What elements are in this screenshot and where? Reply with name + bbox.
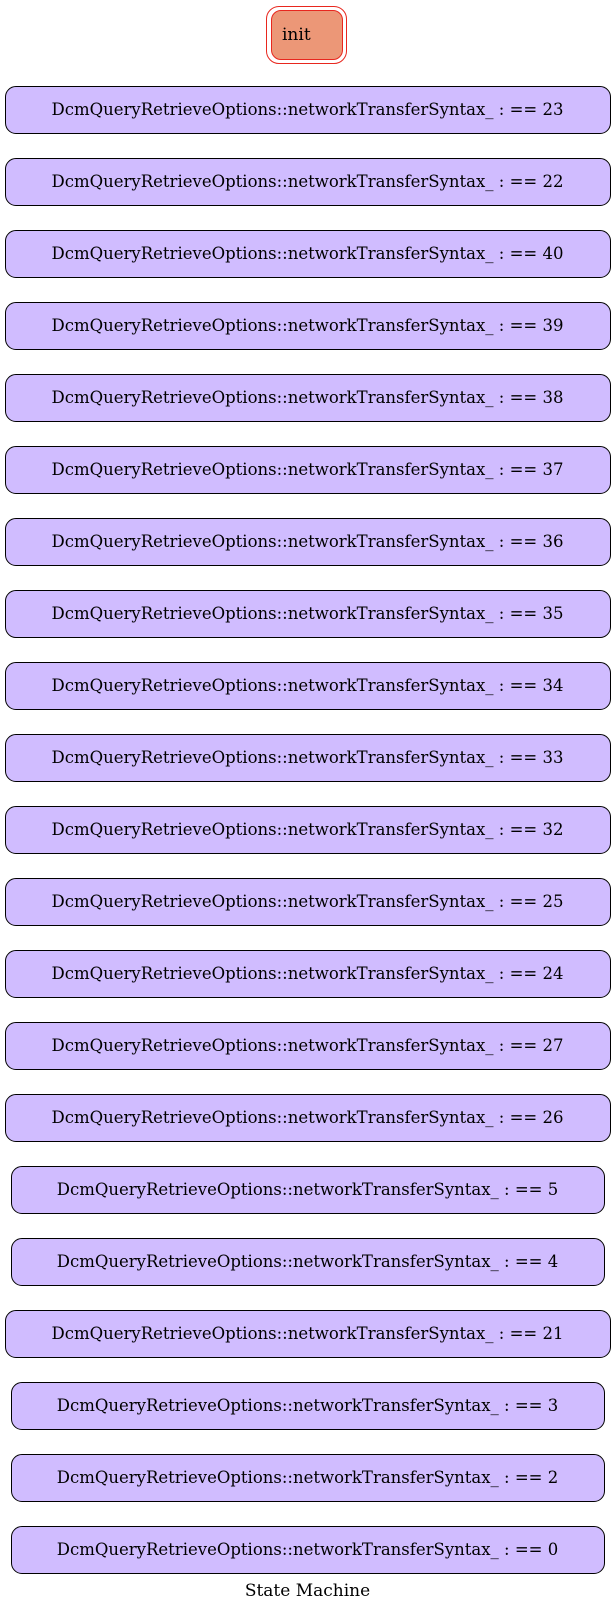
state-node: DcmQueryRetrieveOptions::networkTransfer… — [4, 662, 611, 710]
state-node: DcmQueryRetrieveOptions::networkTransfer… — [4, 1094, 611, 1142]
diagram-caption: State Machine — [244, 1581, 371, 1601]
state-node: DcmQueryRetrieveOptions::networkTransfer… — [10, 1166, 605, 1214]
state-node: DcmQueryRetrieveOptions::networkTransfer… — [10, 1454, 605, 1502]
state-node: DcmQueryRetrieveOptions::networkTransfer… — [4, 374, 611, 422]
state-node: DcmQueryRetrieveOptions::networkTransfer… — [4, 302, 611, 350]
state-node: DcmQueryRetrieveOptions::networkTransfer… — [4, 950, 611, 998]
init-state: init — [271, 10, 343, 60]
state-machine-diagram: init DcmQueryRetrieveOptions::networkTra… — [0, 0, 615, 1612]
state-node: DcmQueryRetrieveOptions::networkTransfer… — [4, 590, 611, 638]
state-node: DcmQueryRetrieveOptions::networkTransfer… — [10, 1526, 605, 1574]
state-node: DcmQueryRetrieveOptions::networkTransfer… — [4, 1310, 611, 1358]
state-node: DcmQueryRetrieveOptions::networkTransfer… — [4, 1022, 611, 1070]
state-node: DcmQueryRetrieveOptions::networkTransfer… — [4, 734, 611, 782]
state-node: DcmQueryRetrieveOptions::networkTransfer… — [4, 158, 611, 206]
state-node: DcmQueryRetrieveOptions::networkTransfer… — [4, 878, 611, 926]
state-node: DcmQueryRetrieveOptions::networkTransfer… — [4, 446, 611, 494]
state-node: DcmQueryRetrieveOptions::networkTransfer… — [4, 806, 611, 854]
state-node: DcmQueryRetrieveOptions::networkTransfer… — [10, 1238, 605, 1286]
state-node: DcmQueryRetrieveOptions::networkTransfer… — [4, 86, 611, 134]
state-node: DcmQueryRetrieveOptions::networkTransfer… — [4, 518, 611, 566]
state-list: DcmQueryRetrieveOptions::networkTransfer… — [0, 86, 615, 1598]
state-node: DcmQueryRetrieveOptions::networkTransfer… — [10, 1382, 605, 1430]
state-node: DcmQueryRetrieveOptions::networkTransfer… — [4, 230, 611, 278]
